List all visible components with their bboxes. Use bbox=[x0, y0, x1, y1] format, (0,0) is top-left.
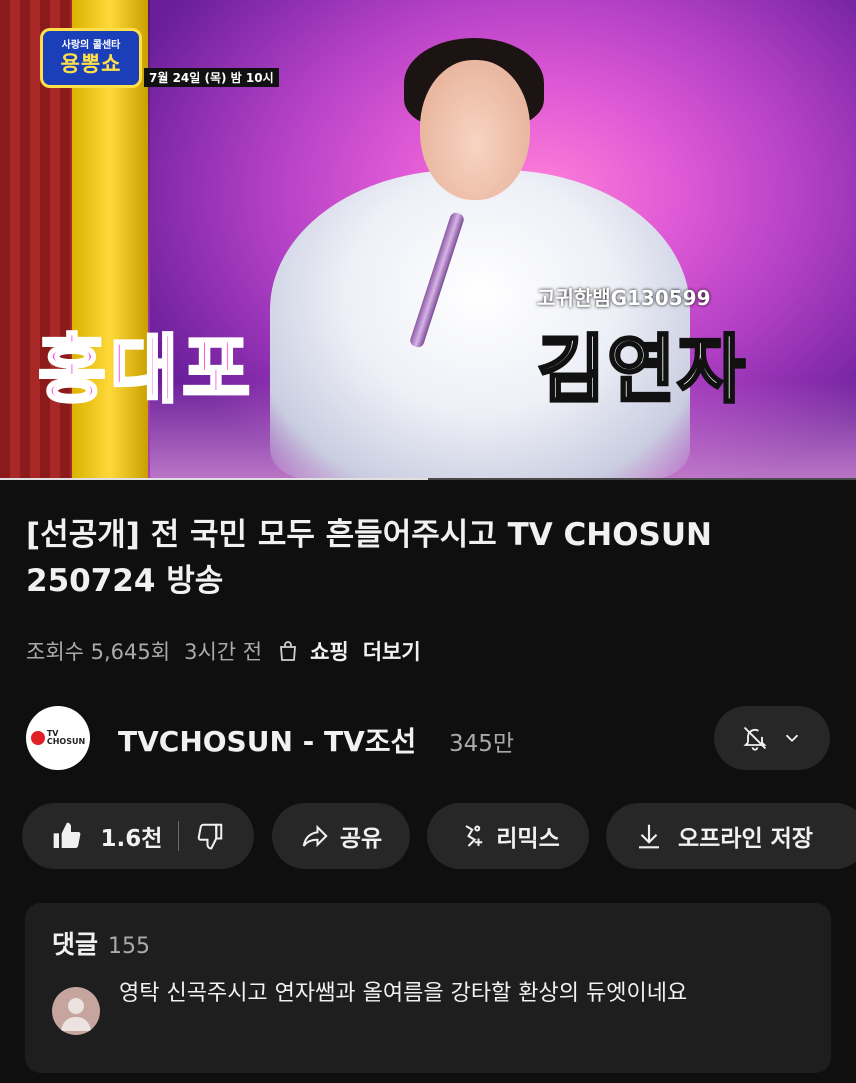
video-progress-bar[interactable] bbox=[0, 478, 856, 480]
show-logo-title: 용뽕쇼 bbox=[60, 52, 122, 76]
bell-off-icon bbox=[743, 726, 767, 751]
thumb-down-icon[interactable] bbox=[195, 821, 225, 851]
like-dislike-button[interactable]: 1.6천 bbox=[22, 803, 254, 869]
share-icon bbox=[302, 824, 328, 848]
like-count: 1.6천 bbox=[100, 826, 163, 852]
show-logo: 사랑의 콜센타 용뽕쇼 bbox=[40, 28, 142, 88]
share-label: 공유 bbox=[339, 826, 383, 852]
like-divider bbox=[178, 821, 180, 851]
caption-left: 홍대포 bbox=[36, 326, 255, 415]
view-count: 조회수 5,645회 bbox=[26, 640, 171, 664]
download-icon bbox=[639, 824, 659, 849]
share-button[interactable]: 공유 bbox=[272, 803, 410, 869]
commenter-avatar[interactable] bbox=[52, 987, 100, 1035]
user-avatar-icon bbox=[61, 998, 91, 1031]
channel-row[interactable]: TV CHOSUN TVCHOSUN - TV조선 345만 bbox=[26, 706, 832, 770]
logo-dot bbox=[30, 731, 45, 745]
video-meta[interactable]: 조회수 5,645회 3시간 전 쇼핑 더보기 bbox=[26, 636, 435, 666]
tvchosun-logo: TV CHOSUN bbox=[30, 730, 86, 746]
comments-header: 댓글 155 bbox=[52, 925, 150, 961]
offline-save-label: 오프라인 저장 bbox=[678, 826, 813, 852]
offline-save-button[interactable]: 오프라인 저장 bbox=[606, 803, 856, 869]
comments-title: 댓글 bbox=[52, 930, 99, 959]
shopping-bag-icon bbox=[280, 641, 297, 661]
air-date: 7월 24일 (목) 밤 10시 bbox=[144, 68, 279, 87]
video-title[interactable]: [선공개] 전 국민 모두 흔들어주시고 TV CHOSUN 250724 방송 bbox=[26, 512, 826, 604]
shopping-label[interactable]: 쇼핑 bbox=[310, 636, 349, 666]
top-comment-text: 영탁 신곡주시고 연자쌤과 올여름을 강타할 환상의 듀엣이네요 bbox=[119, 981, 688, 1006]
singer-face bbox=[420, 60, 530, 200]
remix-label: 리믹스 bbox=[496, 826, 560, 852]
video-player[interactable]: 사랑의 콜센타 용뽕쇼 7월 24일 (목) 밤 10시 고귀한뱀G130599… bbox=[0, 0, 856, 480]
remix-button[interactable]: 리믹스 bbox=[427, 803, 589, 869]
thumb-up-icon[interactable] bbox=[51, 820, 83, 852]
subscriber-count: 345만 bbox=[449, 731, 515, 757]
remix-icon bbox=[465, 825, 483, 847]
video-watermark: 고귀한뱀G130599 bbox=[537, 286, 711, 310]
chevron-down-icon bbox=[785, 734, 799, 743]
logo-text-line2: CHOSUN bbox=[46, 737, 86, 746]
comments-card[interactable]: 댓글 155 영탁 신곡주시고 연자쌤과 올여름을 강타할 환상의 듀엣이네요 bbox=[25, 903, 831, 1073]
comments-count: 155 bbox=[108, 934, 151, 959]
channel-name[interactable]: TVCHOSUN - TV조선 bbox=[118, 720, 416, 760]
caption-right: 김연자 bbox=[535, 326, 748, 415]
show-logo-subtitle: 사랑의 콜센타 bbox=[61, 40, 121, 51]
more-link[interactable]: 더보기 bbox=[363, 636, 421, 666]
action-bar: 1.6천 공유 리믹스 오프라인 저장 bbox=[22, 803, 856, 869]
upload-time: 3시간 전 bbox=[184, 640, 263, 664]
video-progress-fill bbox=[0, 478, 428, 480]
channel-avatar[interactable]: TV CHOSUN bbox=[26, 706, 90, 770]
subscription-bell-button[interactable] bbox=[714, 706, 830, 770]
